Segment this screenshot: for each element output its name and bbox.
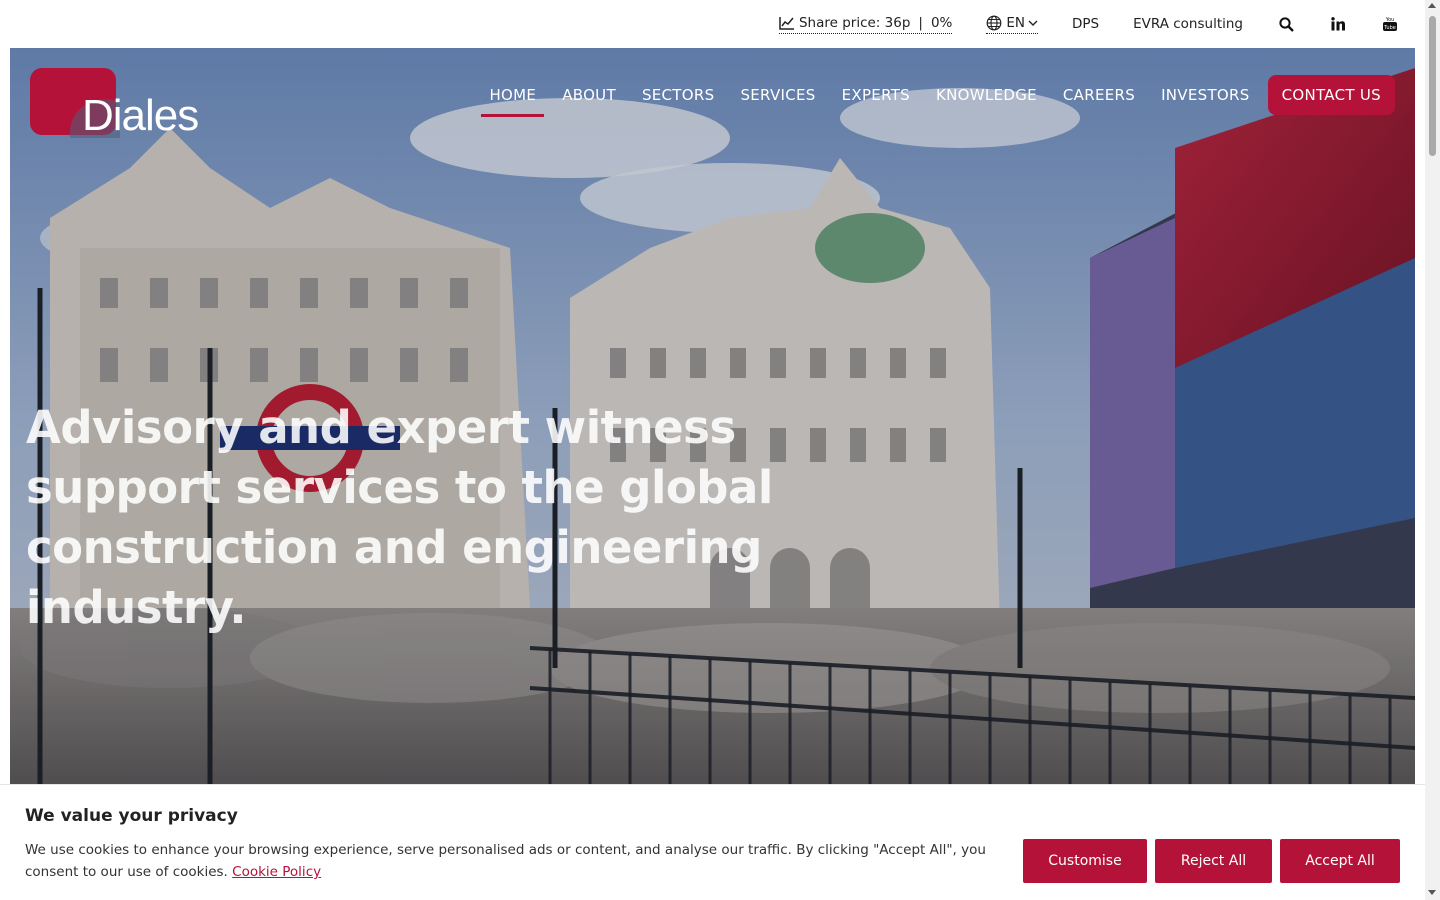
dps-link[interactable]: DPS — [1072, 16, 1099, 32]
nav-item-services[interactable]: SERVICES — [732, 73, 823, 117]
search-icon[interactable] — [1277, 15, 1295, 33]
language-selector[interactable]: EN — [986, 14, 1039, 34]
hero-banner: Diales HOME ABOUT SECTORS SERVICES EXPER… — [10, 48, 1415, 788]
language-label: EN — [1006, 14, 1026, 31]
contact-us-button[interactable]: CONTACT US — [1267, 75, 1395, 115]
hero-headline: Advisory and expert witness support serv… — [26, 401, 773, 634]
scroll-down-icon[interactable] — [1428, 890, 1436, 895]
linkedin-icon[interactable] — [1329, 15, 1347, 33]
chart-line-icon — [779, 16, 795, 30]
nav-item-sectors[interactable]: SECTORS — [634, 73, 723, 117]
share-price-link[interactable]: Share price: 36p | 0% — [778, 14, 953, 34]
nav-item-careers[interactable]: CAREERS — [1055, 73, 1143, 117]
nav-item-knowledge[interactable]: KNOWLEDGE — [928, 73, 1045, 117]
evra-consulting-link[interactable]: EVRA consulting — [1133, 16, 1243, 32]
globe-icon — [986, 15, 1002, 31]
cookie-description: We use cookies to enhance your browsing … — [25, 842, 986, 880]
nav-item-investors[interactable]: INVESTORS — [1153, 73, 1258, 117]
scrollbar-thumb[interactable] — [1429, 16, 1436, 156]
nav-item-about[interactable]: ABOUT — [554, 73, 624, 117]
youtube-icon[interactable]: Tube You — [1381, 15, 1399, 33]
cookie-policy-link[interactable]: Cookie Policy — [232, 864, 321, 880]
share-change: 0% — [930, 14, 953, 31]
svg-text:You: You — [1385, 17, 1395, 23]
svg-text:Tube: Tube — [1383, 25, 1396, 31]
logo-wordmark: Diales — [82, 91, 199, 140]
scroll-up-icon[interactable] — [1428, 3, 1436, 8]
cookie-title: We value your privacy — [25, 806, 238, 826]
share-price-label: Share price: 36p — [798, 14, 911, 31]
share-separator: | — [918, 14, 923, 31]
chevron-down-icon — [1028, 19, 1038, 27]
utility-bar: Share price: 36p | 0% EN DPS EVRA consul… — [0, 0, 1425, 48]
diales-logo[interactable]: Diales — [30, 68, 215, 140]
cookie-banner: We value your privacy We use cookies to … — [0, 784, 1425, 900]
nav-item-home[interactable]: HOME — [481, 73, 544, 117]
cookie-text: We use cookies to enhance your browsing … — [25, 839, 995, 883]
main-nav: HOME ABOUT SECTORS SERVICES EXPERTS KNOW… — [471, 73, 1395, 117]
customise-button[interactable]: Customise — [1023, 839, 1147, 883]
nav-item-experts[interactable]: EXPERTS — [834, 73, 918, 117]
reject-all-button[interactable]: Reject All — [1155, 839, 1272, 883]
page-scrollbar[interactable] — [1425, 0, 1440, 900]
accept-all-button[interactable]: Accept All — [1280, 839, 1400, 883]
